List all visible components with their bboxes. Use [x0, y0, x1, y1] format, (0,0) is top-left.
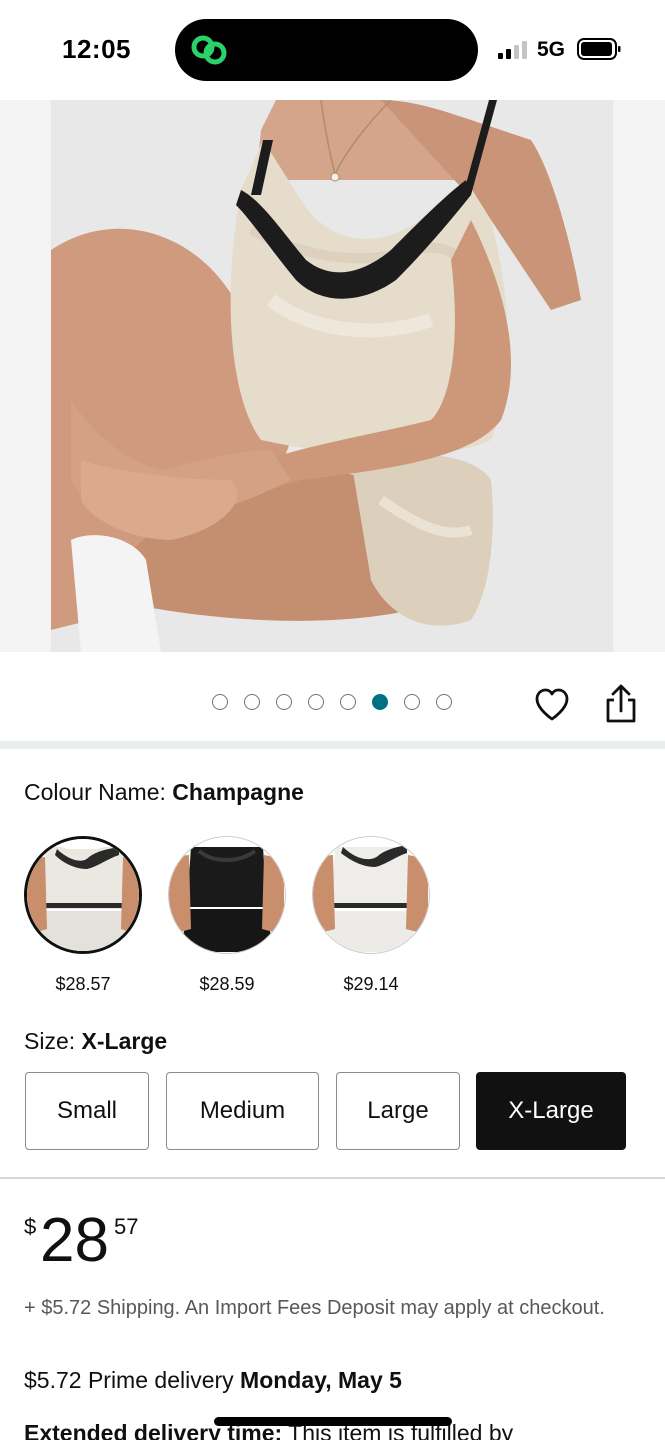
price-currency-symbol: $	[24, 1214, 37, 1239]
delivery-prefix: $5.72 Prime delivery	[24, 1367, 241, 1393]
dynamic-island	[175, 19, 478, 81]
status-bar: 12:05 5G	[0, 0, 665, 100]
swatch-white[interactable]: $29.14	[312, 836, 430, 995]
swatch-black[interactable]: $28.59	[168, 836, 286, 995]
swatch-image	[312, 836, 430, 954]
carousel-dot[interactable]	[244, 694, 260, 710]
swatch-image	[24, 836, 142, 954]
linked-circles-icon	[191, 35, 227, 65]
cellular-signal-icon	[498, 41, 527, 59]
status-time: 12:05	[62, 34, 131, 64]
heart-outline-icon[interactable]	[533, 686, 571, 724]
shipping-note: + $5.72 Shipping. An Import Fees Deposit…	[24, 1297, 605, 1319]
carousel-dots	[212, 694, 452, 712]
carousel-dot[interactable]	[212, 694, 228, 710]
size-option-small[interactable]: Small	[25, 1072, 149, 1150]
size-selected-value: X-Large	[81, 1028, 168, 1054]
price-whole: 28	[40, 1206, 109, 1275]
home-indicator[interactable]	[214, 1417, 452, 1426]
carousel-dot[interactable]	[340, 694, 356, 710]
product-photo[interactable]	[51, 100, 613, 652]
delivery-date: Monday, May 5	[240, 1367, 402, 1393]
carousel-dot[interactable]	[436, 694, 452, 710]
colour-swatches: $28.57 $28.59 $29.14	[24, 836, 430, 995]
share-icon[interactable]	[602, 684, 640, 724]
price-fraction: 57	[114, 1214, 139, 1239]
swatch-price: $29.14	[343, 974, 399, 994]
carousel-dot[interactable]	[404, 694, 420, 710]
colour-heading: Colour Name: Champagne	[24, 779, 304, 806]
carousel-dot[interactable]	[276, 694, 292, 710]
section-divider	[0, 741, 665, 749]
product-image-gallery[interactable]	[0, 100, 665, 652]
carousel-dot[interactable]	[372, 694, 388, 710]
carousel-dot[interactable]	[308, 694, 324, 710]
colour-label: Colour Name:	[24, 779, 173, 805]
colour-selected-value: Champagne	[172, 779, 304, 805]
battery-icon	[577, 38, 621, 60]
swatch-price: $28.57	[55, 974, 111, 994]
network-type: 5G	[537, 38, 566, 61]
size-option-large[interactable]: Large	[336, 1072, 460, 1150]
size-heading: Size: X-Large	[24, 1028, 167, 1055]
swatch-image	[168, 836, 286, 954]
product-photo-illustration	[51, 100, 613, 652]
section-divider	[0, 1177, 665, 1179]
swatch-champagne[interactable]: $28.57	[24, 836, 142, 995]
size-option-x-large[interactable]: X-Large	[476, 1072, 626, 1150]
size-label: Size:	[24, 1028, 82, 1054]
delivery-info: $5.72 Prime delivery Monday, May 5	[24, 1367, 402, 1394]
size-option-medium[interactable]: Medium	[166, 1072, 319, 1150]
swatch-price: $28.59	[199, 974, 255, 994]
